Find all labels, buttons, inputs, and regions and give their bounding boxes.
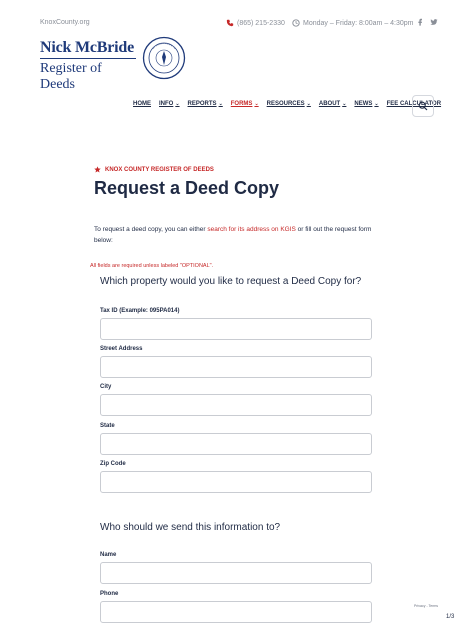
intro-text: To request a deed copy, you can either s… [94, 226, 372, 244]
hours-info: Monday – Friday: 8:00am – 4:30pm [292, 19, 414, 27]
field-label-zip: Zip Code [100, 461, 126, 467]
phone-info[interactable]: (865) 215-2330 [226, 19, 285, 27]
chevron-down-icon: ⌄ [254, 101, 259, 107]
field-label-street: Street Address [100, 346, 143, 352]
nav-item-info[interactable]: INFO ⌄ [159, 101, 180, 107]
nav-item-about[interactable]: ABOUT ⌄ [319, 101, 347, 107]
logo-name: Nick McBride [40, 39, 135, 56]
phone-icon [226, 19, 234, 27]
field-label-phone: Phone [100, 591, 119, 597]
street-address-input[interactable] [100, 356, 372, 378]
field-label-state: State [100, 423, 115, 429]
zip-code-input[interactable] [100, 471, 372, 493]
nav-item-reports[interactable]: REPORTS ⌄ [188, 101, 223, 107]
phone-input[interactable] [100, 601, 372, 623]
nav-item-forms[interactable]: FORMS ⌄ [231, 101, 259, 107]
chevron-down-icon: ⌄ [374, 101, 379, 107]
section-title-property: Which property would you like to request… [100, 276, 362, 287]
city-input[interactable] [100, 394, 372, 416]
search-button[interactable] [412, 95, 434, 117]
page-number: 1/3 [446, 614, 455, 620]
chevron-down-icon: ⌄ [306, 101, 311, 107]
eyebrow-text: KNOX COUNTY REGISTER OF DEEDS [105, 166, 214, 173]
chevron-down-icon: ⌄ [342, 101, 347, 107]
hours-text: Monday – Friday: 8:00am – 4:30pm [303, 19, 414, 27]
nav-item-home[interactable]: HOME [133, 101, 151, 107]
section-title-contact: Who should we send this information to? [100, 522, 281, 533]
social-links [416, 18, 438, 26]
required-note: All fields are required unless labeled "… [90, 263, 214, 269]
search-icon [418, 101, 428, 111]
page-title: Request a Deed Copy [94, 178, 280, 198]
clock-icon [292, 19, 300, 27]
nav-item-resources[interactable]: RESOURCES ⌄ [267, 101, 311, 107]
field-label-city: City [100, 384, 112, 390]
logo-title: Register of Deeds [40, 58, 136, 93]
star-icon [94, 166, 101, 173]
chevron-down-icon: ⌄ [218, 101, 223, 107]
chevron-down-icon: ⌄ [175, 101, 180, 107]
name-input[interactable] [100, 562, 372, 584]
site-logo[interactable]: Nick McBride Register of Deeds [40, 39, 136, 93]
tax-id-input[interactable] [100, 318, 372, 340]
official-seal-icon [142, 36, 186, 80]
main-nav: HOME INFO ⌄ REPORTS ⌄ FORMS ⌄ RESOURCES ⌄ AB… [133, 101, 441, 107]
field-label-name: Name [100, 552, 117, 558]
state-input[interactable] [100, 433, 372, 455]
nav-item-news[interactable]: NEWS ⌄ [354, 101, 378, 107]
eyebrow: KNOX COUNTY REGISTER OF DEEDS [94, 166, 214, 173]
twitter-icon[interactable] [430, 18, 438, 26]
field-label-tax-id: Tax ID (Example: 095PA014) [100, 308, 180, 314]
phone-number: (865) 215-2330 [237, 19, 285, 27]
site-link[interactable]: KnoxCounty.org [40, 19, 90, 26]
privacy-terms-link[interactable]: Privacy - Terms [414, 604, 438, 608]
facebook-icon[interactable] [416, 18, 424, 26]
kgis-link[interactable]: search for its address on KGIS [207, 226, 296, 233]
